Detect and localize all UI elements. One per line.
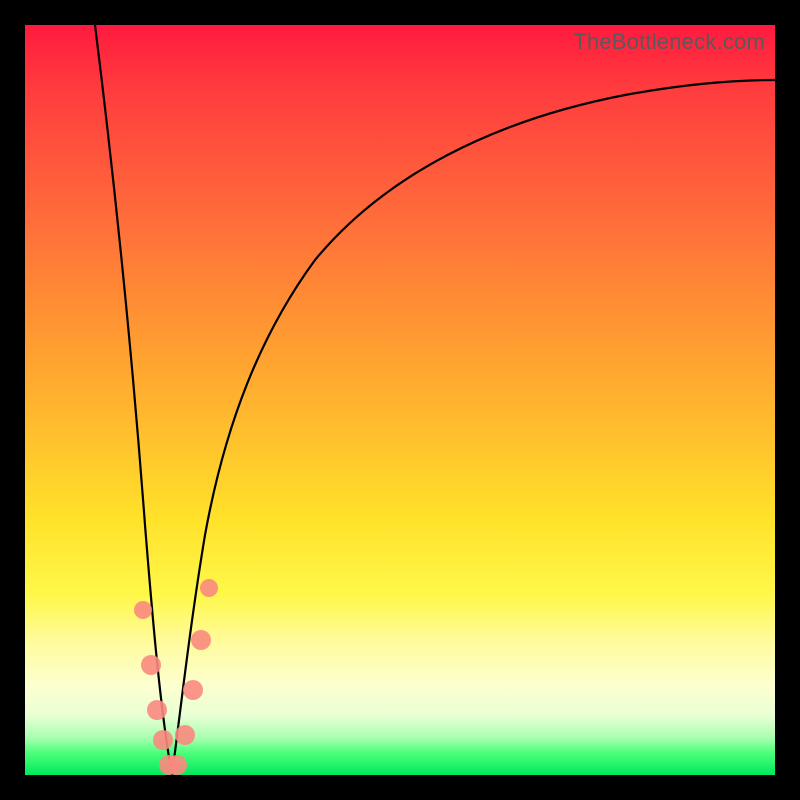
chart-frame: TheBottleneck.com	[25, 25, 775, 775]
marker-dot	[200, 579, 218, 597]
watermark-text: TheBottleneck.com	[573, 29, 765, 55]
marker-dot	[134, 601, 152, 619]
marker-dot	[175, 725, 195, 745]
curve-right-branch	[172, 80, 775, 775]
marker-dot	[147, 700, 167, 720]
marker-dot	[141, 655, 161, 675]
marker-dot	[183, 680, 203, 700]
marker-dot	[191, 630, 211, 650]
marker-dot	[167, 755, 187, 775]
marker-dot	[153, 730, 173, 750]
chart-plot	[25, 25, 775, 775]
